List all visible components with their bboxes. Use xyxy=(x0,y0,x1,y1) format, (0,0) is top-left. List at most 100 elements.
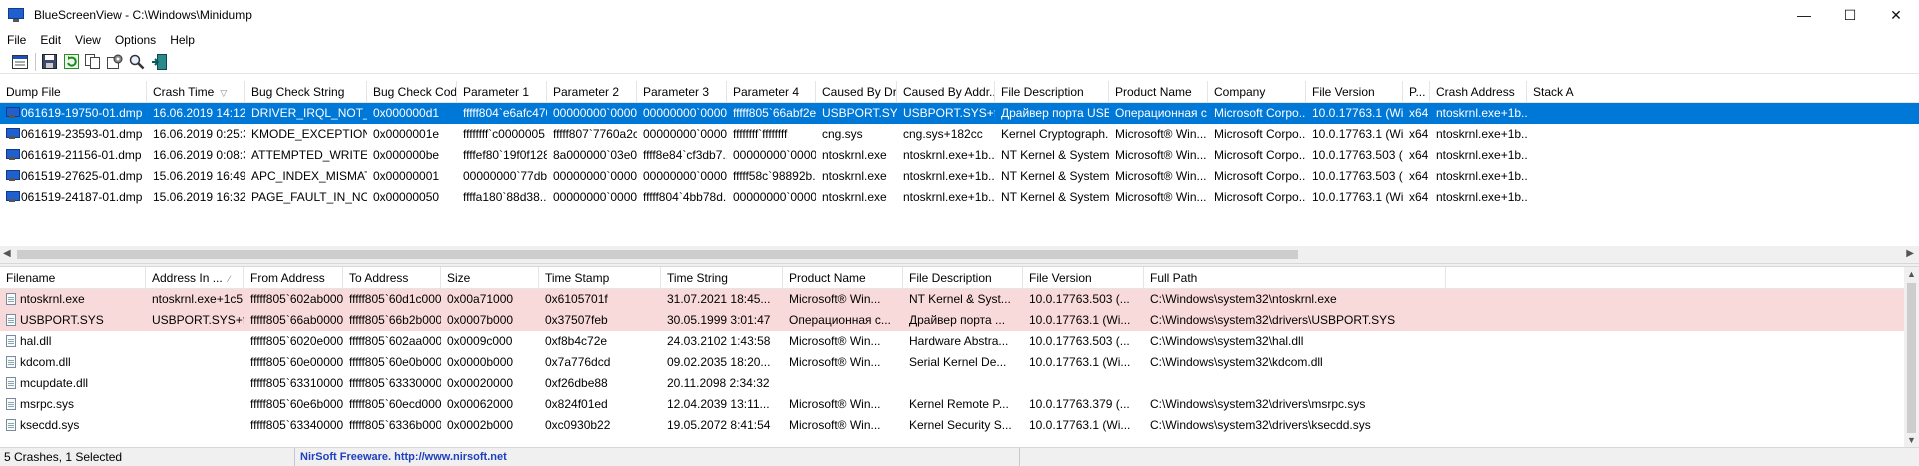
column-product-name[interactable]: Product Name xyxy=(1109,81,1208,102)
parameter-3-cell: 00000000`0000... xyxy=(643,106,727,120)
column-bug-check-string[interactable]: Bug Check String xyxy=(245,81,367,102)
parameter-4-cell: ffffffff`ffffffff xyxy=(733,127,788,141)
column-full-path[interactable]: Full Path xyxy=(1144,267,1446,288)
crash-row[interactable]: 061619-23593-01.dmp 16.06.2019 0:25:31 K… xyxy=(0,124,1919,145)
column-address-in-stack[interactable]: Address In ... ⁄ xyxy=(146,267,244,288)
scroll-right-icon[interactable]: ▶ xyxy=(1906,248,1914,259)
column-file-description[interactable]: File Description xyxy=(903,267,1023,288)
save-icon[interactable] xyxy=(39,52,59,72)
column-from-address[interactable]: From Address xyxy=(244,267,343,288)
driver-row[interactable]: USBPORT.SYS USBPORT.SYS+f2... fffff805`6… xyxy=(0,310,1904,331)
refresh-icon[interactable] xyxy=(61,52,81,72)
find-icon[interactable] xyxy=(127,52,147,72)
address-in-stack-cell: USBPORT.SYS+f2... xyxy=(152,313,244,327)
driver-row[interactable]: kdcom.dll fffff805`60e00000 fffff805`60e… xyxy=(0,352,1904,373)
nirsoft-link[interactable]: NirSoft Freeware. http://www.nirsoft.net xyxy=(295,447,1020,466)
column-file-version[interactable]: File Version xyxy=(1306,81,1403,102)
file-description-cell: Драйвер порта USB... xyxy=(1001,106,1109,120)
dump-file-cell: 061619-19750-01.dmp xyxy=(0,103,147,124)
scroll-up-icon[interactable]: ▲ xyxy=(1907,269,1916,279)
column-time-stamp[interactable]: Time Stamp xyxy=(539,267,661,288)
column-parameter-2[interactable]: Parameter 2 xyxy=(547,81,637,102)
column-crash-address[interactable]: Crash Address xyxy=(1430,81,1527,102)
crash-row[interactable]: 061619-19750-01.dmp 16.06.2019 14:12... … xyxy=(0,103,1919,124)
company-cell: Microsoft Corpo... xyxy=(1214,190,1306,204)
driver-row[interactable]: hal.dll fffff805`6020e000 fffff805`602aa… xyxy=(0,331,1904,352)
column-stack-address[interactable]: Stack A xyxy=(1527,81,1587,102)
column-caused-by-address[interactable]: Caused By Addr... xyxy=(897,81,995,102)
column-bug-check-code[interactable]: Bug Check Code xyxy=(367,81,457,102)
size-cell: 0x0007b000 xyxy=(447,313,514,327)
driver-row[interactable]: ksecdd.sys fffff805`63340000 fffff805`63… xyxy=(0,415,1904,436)
crash-row[interactable]: 061519-24187-01.dmp 15.06.2019 16:32... … xyxy=(0,187,1919,208)
parameter-4-cell: 00000000`0000... xyxy=(733,190,816,204)
caused-by-driver-cell: ntoskrnl.exe xyxy=(822,169,887,183)
column-parameter-3[interactable]: Parameter 3 xyxy=(637,81,727,102)
horizontal-scrollbar[interactable]: ◀ ▶ xyxy=(0,246,1919,263)
processor-cell: x64 xyxy=(1409,190,1429,204)
size-cell: 0x0000b000 xyxy=(447,355,514,369)
crash-row[interactable]: 061619-21156-01.dmp 16.06.2019 0:08:34 A… xyxy=(0,145,1919,166)
minimize-button[interactable]: — xyxy=(1781,0,1827,30)
filename-text: ntoskrnl.exe xyxy=(20,292,85,306)
menu-help[interactable]: Help xyxy=(163,33,202,47)
scrollbar-thumb[interactable] xyxy=(17,250,1298,259)
column-parameter-4[interactable]: Parameter 4 xyxy=(727,81,816,102)
maximize-button[interactable]: ☐ xyxy=(1827,0,1873,30)
crash-row[interactable]: 061519-27625-01.dmp 15.06.2019 16:49... … xyxy=(0,166,1919,187)
column-caused-by-driver[interactable]: Caused By Dr... xyxy=(816,81,897,102)
caused-by-driver-cell: ntoskrnl.exe xyxy=(822,190,887,204)
column-dump-file[interactable]: Dump File xyxy=(0,81,147,102)
crash-time-cell: 16.06.2019 14:12... xyxy=(153,106,245,120)
dump-file-icon xyxy=(6,170,20,181)
file-version-cell: 10.0.17763.1 (Wi... xyxy=(1029,313,1131,327)
scroll-left-icon[interactable]: ◀ xyxy=(3,248,11,259)
filename-cell: msrpc.sys xyxy=(0,394,146,415)
driver-row[interactable]: mcupdate.dll fffff805`63310000 fffff805`… xyxy=(0,373,1904,394)
vertical-scrollbar-thumb[interactable] xyxy=(1907,283,1916,433)
time-stamp-cell: 0xc0930b22 xyxy=(545,418,611,432)
file-icon xyxy=(6,293,16,305)
column-crash-time[interactable]: Crash Time ▽ xyxy=(147,81,245,102)
close-button[interactable]: ✕ xyxy=(1873,0,1919,30)
driver-row[interactable]: ntoskrnl.exe ntoskrnl.exe+1c5... fffff80… xyxy=(0,289,1904,310)
column-product-name[interactable]: Product Name xyxy=(783,267,903,288)
copy-icon[interactable] xyxy=(83,52,103,72)
menu-options[interactable]: Options xyxy=(108,33,163,47)
product-name-cell: Microsoft® Win... xyxy=(789,355,881,369)
menu-edit[interactable]: Edit xyxy=(33,33,68,47)
vertical-scrollbar[interactable]: ▲ ▼ xyxy=(1904,267,1919,447)
driver-row[interactable]: msrpc.sys fffff805`60e6b000 fffff805`60e… xyxy=(0,394,1904,415)
column-company[interactable]: Company xyxy=(1208,81,1306,102)
menu-view[interactable]: View xyxy=(68,33,108,47)
parameter-2-cell: 00000000`0000... xyxy=(553,106,637,120)
file-description-cell: Драйвер порта ... xyxy=(909,313,1006,327)
time-string-cell: 30.05.1999 3:01:47 xyxy=(667,313,771,327)
column-to-address[interactable]: To Address xyxy=(343,267,441,288)
column-filename[interactable]: Filename xyxy=(0,267,146,288)
properties-icon[interactable] xyxy=(10,52,30,72)
product-name-cell: Microsoft® Win... xyxy=(1115,190,1207,204)
column-file-description[interactable]: File Description xyxy=(995,81,1109,102)
column-size[interactable]: Size xyxy=(441,267,539,288)
column-time-string[interactable]: Time String xyxy=(661,267,783,288)
file-description-cell: NT Kernel & System xyxy=(1001,169,1109,183)
menu-file[interactable]: File xyxy=(0,33,33,47)
file-version-cell: 10.0.17763.379 (... xyxy=(1029,397,1130,411)
column-parameter-1[interactable]: Parameter 1 xyxy=(457,81,547,102)
product-name-cell xyxy=(783,373,903,394)
to-address-cell: fffff805`60ecd000 xyxy=(349,397,441,411)
from-address-cell: fffff805`66ab0000 xyxy=(250,313,343,327)
stack-address-cell xyxy=(1527,103,1587,124)
exit-icon[interactable] xyxy=(149,52,169,72)
scroll-down-icon[interactable]: ▼ xyxy=(1907,435,1916,445)
full-path-cell xyxy=(1144,373,1446,394)
status-empty-panel xyxy=(1020,448,1919,466)
to-address-cell: fffff805`60e0b000 xyxy=(349,355,441,369)
file-description-cell: Hardware Abstra... xyxy=(909,334,1009,348)
bug-check-string-cell: PAGE_FAULT_IN_NONP... xyxy=(251,190,367,204)
advanced-options-icon[interactable] xyxy=(105,52,125,72)
column-file-version[interactable]: File Version xyxy=(1023,267,1144,288)
column-processor[interactable]: P... xyxy=(1403,81,1430,102)
full-path-cell: C:\Windows\system32\drivers\USBPORT.SYS xyxy=(1150,313,1396,327)
